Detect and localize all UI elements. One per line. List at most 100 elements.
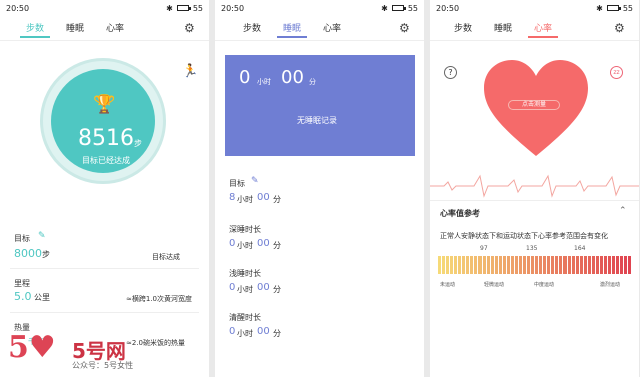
zone-stripe xyxy=(612,256,616,274)
deep-sleep-minutes-unit: 分 xyxy=(273,241,281,250)
light-sleep-minutes-unit: 分 xyxy=(273,285,281,294)
heart-ref-desc: 正常人安静状态下和运动状态下心率参考范围会有变化 xyxy=(440,232,608,240)
zone-stripe xyxy=(506,256,510,274)
sleep-goal-hours: 8 xyxy=(229,192,236,203)
tab-sleep[interactable]: 睡眠 xyxy=(277,20,308,38)
zone-stripe xyxy=(603,256,607,274)
heart-ref-title: 心率值参考 xyxy=(440,209,480,218)
zone-stripe xyxy=(454,256,458,274)
sleep-summary-card: 0 小时 00 分 无睡眠记录 xyxy=(225,55,415,156)
zone-stripe xyxy=(587,256,591,274)
tick-164: 164 xyxy=(574,245,586,252)
deep-sleep-label: 深睡时长 xyxy=(229,225,261,234)
sleep-hours-unit: 小时 xyxy=(257,78,271,86)
sleep-goal-minutes-unit: 分 xyxy=(273,195,281,204)
zone-stripe xyxy=(616,256,620,274)
zone-stripe xyxy=(466,256,470,274)
running-icon[interactable]: 🏃 xyxy=(182,64,198,79)
distance-label: 里程 xyxy=(14,279,30,288)
awake-minutes: 00 xyxy=(257,326,270,337)
goal-unit: 步 xyxy=(42,250,50,259)
battery-icon xyxy=(176,5,191,11)
gear-icon[interactable]: ⚙ xyxy=(184,22,197,35)
tab-bar: 步数 睡眠 心率 ⚙ xyxy=(430,18,639,40)
chevron-up-icon[interactable]: ⌃ xyxy=(619,206,627,216)
zone-stripe xyxy=(462,256,466,274)
awake-hours: 0 xyxy=(229,326,236,337)
light-sleep-hours: 0 xyxy=(229,282,236,293)
tab-sleep[interactable]: 睡眠 xyxy=(488,20,518,38)
zone-stripe xyxy=(494,256,498,274)
zone-stripe xyxy=(579,256,583,274)
help-icon[interactable]: ? xyxy=(444,66,457,79)
edit-icon[interactable]: ✎ xyxy=(38,231,46,241)
zone-stripe xyxy=(442,256,446,274)
zone-stripe xyxy=(482,256,486,274)
status-bar: 20:50 ✱ 55 xyxy=(0,0,209,16)
gear-icon[interactable]: ⚙ xyxy=(399,22,412,35)
light-sleep-label: 浅睡时长 xyxy=(229,269,261,278)
heart-rate-screen: 20:50 ✱ 55 步数 睡眠 心率 ⚙ ? zz 点击测量 心率值参考 ⌃ … xyxy=(430,0,639,377)
zone-stripe xyxy=(575,256,579,274)
status-time: 20:50 xyxy=(436,3,460,13)
ecg-line xyxy=(430,174,639,198)
zone-stripe xyxy=(527,256,531,274)
tab-steps[interactable]: 步数 xyxy=(237,20,267,38)
zone-stripe xyxy=(547,256,551,274)
battery-level: 55 xyxy=(192,3,203,13)
zone-light: 轻微运动 xyxy=(484,282,505,288)
battery-level: 55 xyxy=(407,3,418,13)
awake-hours-unit: 小时 xyxy=(237,329,253,338)
zone-stripe xyxy=(539,256,543,274)
sleep-zz-icon[interactable]: zz xyxy=(610,66,623,79)
watermark-logo: 5♥ xyxy=(8,330,56,365)
edit-icon[interactable]: ✎ xyxy=(251,176,259,186)
tab-sleep[interactable]: 睡眠 xyxy=(60,20,90,38)
tab-heart[interactable]: 心率 xyxy=(100,20,130,38)
zone-stripe xyxy=(446,256,450,274)
light-sleep-hours-unit: 小时 xyxy=(237,285,253,294)
zone-stripe xyxy=(535,256,539,274)
goal-value: 8000 xyxy=(14,247,42,260)
steps-count: 8516 xyxy=(78,126,134,151)
zone-stripe xyxy=(498,256,502,274)
zone-stripe xyxy=(478,256,482,274)
tick-97: 97 xyxy=(480,245,488,252)
distance-unit: 公里 xyxy=(34,293,50,302)
gear-icon[interactable]: ⚙ xyxy=(614,22,627,35)
goal-label: 目标 xyxy=(14,234,30,243)
tab-bar: 步数 睡眠 心率 ⚙ xyxy=(215,18,424,40)
tab-heart[interactable]: 心率 xyxy=(317,20,347,38)
zone-stripe xyxy=(624,256,628,274)
zone-stripe xyxy=(486,256,490,274)
bluetooth-icon: ✱ xyxy=(596,3,603,13)
steps-unit: 步 xyxy=(134,139,142,148)
no-sleep-record: 无睡眠记录 xyxy=(297,116,337,125)
zone-stripe xyxy=(514,256,518,274)
sleep-hours: 0 xyxy=(239,67,251,88)
tab-steps[interactable]: 步数 xyxy=(20,20,51,38)
tab-heart[interactable]: 心率 xyxy=(528,20,559,38)
zone-stripe xyxy=(518,256,522,274)
tick-135: 135 xyxy=(526,245,538,252)
battery-icon xyxy=(606,5,621,11)
heart-rate-zone-bar xyxy=(438,256,632,274)
zone-stripe xyxy=(543,256,547,274)
status-bar: 20:50 ✱ 55 xyxy=(215,0,424,16)
zone-stripe xyxy=(490,256,494,274)
deep-sleep-hours-unit: 小时 xyxy=(237,241,253,250)
zone-intense: 激烈运动 xyxy=(600,282,621,288)
goal-status: 目标达成 xyxy=(152,253,180,261)
zone-stripe xyxy=(474,256,478,274)
tab-bar: 步数 睡眠 心率 ⚙ xyxy=(0,18,209,40)
zone-stripe xyxy=(567,256,571,274)
tab-steps[interactable]: 步数 xyxy=(448,20,478,38)
zone-stripe xyxy=(470,256,474,274)
zone-stripe xyxy=(563,256,567,274)
measure-button[interactable]: 点击测量 xyxy=(508,100,560,110)
battery-level: 55 xyxy=(622,3,633,13)
watermark-sub: 公众号：5号女性 xyxy=(72,361,134,370)
sleep-minutes-unit: 分 xyxy=(309,78,316,86)
goal-done-text: 目标已经达成 xyxy=(82,156,130,165)
zone-stripe xyxy=(438,256,442,274)
